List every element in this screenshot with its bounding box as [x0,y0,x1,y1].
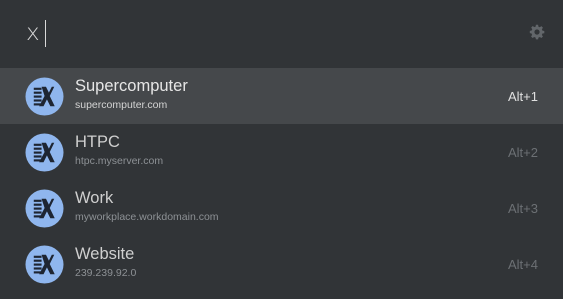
result-shortcut: Alt+1 [508,89,538,104]
results-list: Supercomputer supercomputer.com Alt+1 HT… [0,68,563,292]
result-title: Supercomputer [75,77,188,95]
result-item-htpc[interactable]: HTPC htpc.myserver.com Alt+2 [0,124,563,180]
x-app-icon [25,245,64,284]
search-bar[interactable]: x [0,0,563,66]
result-title: Work [75,189,114,207]
result-item-supercomputer[interactable]: Supercomputer supercomputer.com Alt+1 [0,68,563,124]
result-subtitle: myworkplace.workdomain.com [75,211,219,223]
result-subtitle: 239.239.92.0 [75,267,137,279]
result-title: Website [75,245,135,263]
result-item-work[interactable]: Work myworkplace.workdomain.com Alt+3 [0,180,563,236]
x-app-icon [25,189,64,228]
result-shortcut: Alt+4 [508,257,538,272]
result-title: HTPC [75,133,120,151]
gear-icon[interactable] [529,24,545,40]
result-item-website[interactable]: Website 239.239.92.0 Alt+4 [0,236,563,292]
x-app-icon [25,133,64,172]
result-subtitle: supercomputer.com [75,99,168,111]
x-app-icon [25,77,64,116]
result-shortcut: Alt+3 [508,201,538,216]
result-shortcut: Alt+2 [508,145,538,160]
launcher-window: x Supercomputer supercomputer.com Alt+1 [0,0,563,299]
result-subtitle: htpc.myserver.com [75,155,164,167]
search-input[interactable]: x [26,19,47,47]
text-caret [44,19,47,47]
search-query-text: x [26,20,40,46]
